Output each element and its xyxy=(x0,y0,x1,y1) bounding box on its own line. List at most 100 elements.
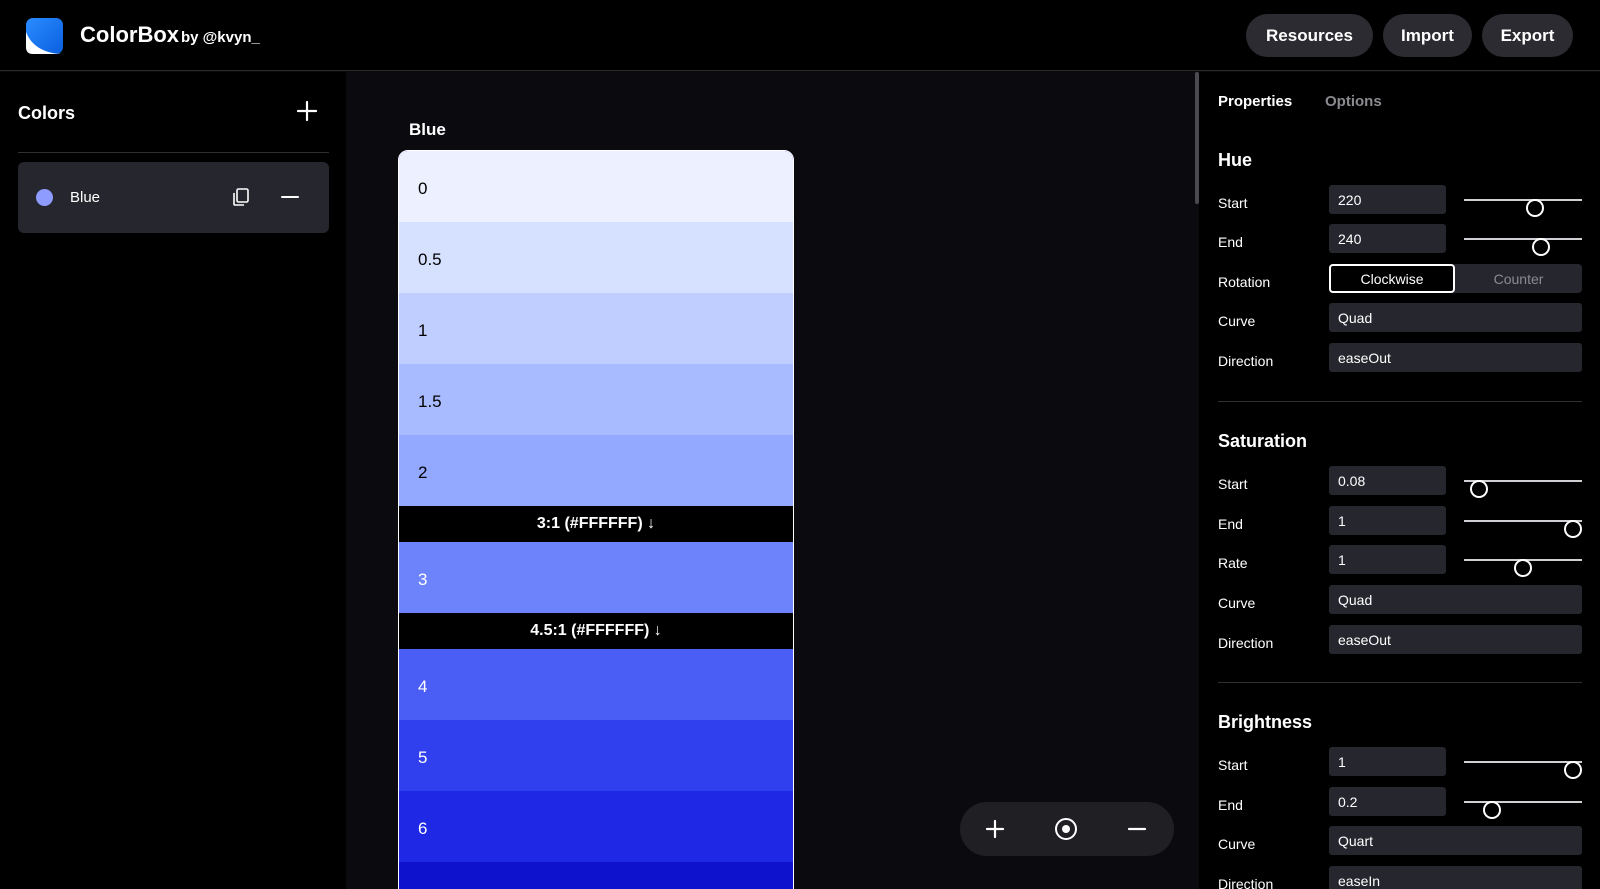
swatch[interactable]: 1.5 xyxy=(399,364,793,435)
slider-thumb[interactable] xyxy=(1525,199,1544,217)
palette-canvas[interactable]: Blue 0 0.5 1 1.5 2 3:1 (#FFFFFF) ↓ 3 4.5… xyxy=(346,72,1197,889)
hue-end-slider[interactable] xyxy=(1464,238,1582,260)
saturation-start-slider[interactable] xyxy=(1464,480,1582,502)
swatch-label: 0.5 xyxy=(418,250,442,269)
saturation-rate-label: Rate xyxy=(1218,555,1248,571)
export-button[interactable]: Export xyxy=(1482,14,1573,57)
slider-track xyxy=(1464,520,1582,522)
swatch[interactable]: 3 xyxy=(399,542,793,613)
swatch-label: 6 xyxy=(418,819,428,838)
saturation-curve-select[interactable] xyxy=(1329,585,1582,614)
properties-panel: Properties Options Hue Start End Rotatio… xyxy=(1199,72,1600,889)
sidebar-divider xyxy=(18,152,329,153)
swatch[interactable]: 1 xyxy=(399,293,793,364)
swatch[interactable]: 6 xyxy=(399,791,793,862)
saturation-start-label: Start xyxy=(1218,476,1248,492)
slider-track xyxy=(1464,238,1582,240)
brightness-start-label: Start xyxy=(1218,757,1248,773)
section-divider xyxy=(1218,682,1582,683)
colors-heading: Colors xyxy=(18,103,76,123)
slider-track xyxy=(1464,199,1582,201)
app-title: ColorBox xyxy=(80,22,179,47)
duplicate-icon[interactable] xyxy=(230,186,252,208)
saturation-end-input[interactable] xyxy=(1329,506,1446,535)
saturation-start-input[interactable] xyxy=(1329,466,1446,495)
saturation-end-label: End xyxy=(1218,516,1243,532)
saturation-heading: Saturation xyxy=(1218,431,1308,451)
swatch-label: 1 xyxy=(418,321,428,340)
tab-properties[interactable]: Properties xyxy=(1218,93,1292,110)
zoom-reset-icon[interactable] xyxy=(1053,816,1079,842)
saturation-rate-input[interactable] xyxy=(1329,545,1446,574)
brightness-direction-select[interactable] xyxy=(1329,866,1582,889)
brightness-curve-label: Curve xyxy=(1218,836,1256,852)
swatch-label: 3 xyxy=(418,570,428,589)
colorbox-logo-icon xyxy=(26,18,63,54)
brightness-direction-label: Direction xyxy=(1218,876,1274,889)
tab-options[interactable]: Options xyxy=(1325,93,1382,110)
palette-swatches: 0 0.5 1 1.5 2 3:1 (#FFFFFF) ↓ 3 4.5:1 (#… xyxy=(398,150,794,889)
hue-direction-select[interactable] xyxy=(1329,343,1582,372)
hue-end-input[interactable] xyxy=(1329,224,1446,253)
rotation-toggle: Clockwise Counter xyxy=(1329,264,1582,293)
hue-start-slider[interactable] xyxy=(1464,199,1582,221)
slider-track xyxy=(1464,801,1582,803)
saturation-rate-slider[interactable] xyxy=(1464,559,1582,581)
hue-start-label: Start xyxy=(1218,195,1248,211)
hue-heading: Hue xyxy=(1218,150,1253,170)
slider-thumb[interactable] xyxy=(1563,520,1582,538)
swatch-label: 2 xyxy=(418,463,428,482)
slider-track xyxy=(1464,761,1582,763)
color-item-label: Blue xyxy=(70,189,101,206)
rotation-clockwise-option[interactable]: Clockwise xyxy=(1329,264,1455,293)
contrast-marker-3: 3:1 (#FFFFFF) ↓ xyxy=(399,506,793,542)
brightness-end-input[interactable] xyxy=(1329,787,1446,816)
saturation-end-slider[interactable] xyxy=(1464,520,1582,542)
brightness-end-label: End xyxy=(1218,797,1243,813)
swatch[interactable]: 5 xyxy=(399,720,793,791)
author-byline[interactable]: by @kvyn_ xyxy=(181,29,260,46)
swatch-label: 4 xyxy=(418,677,428,696)
saturation-direction-select[interactable] xyxy=(1329,625,1582,654)
brightness-curve-select[interactable] xyxy=(1329,826,1582,855)
swatch[interactable]: 0.5 xyxy=(399,222,793,293)
brightness-start-slider[interactable] xyxy=(1464,761,1582,783)
zoom-in-icon[interactable] xyxy=(982,816,1008,842)
rotation-counter-option[interactable]: Counter xyxy=(1455,264,1582,293)
color-dot xyxy=(36,189,53,206)
swatch[interactable]: 4 xyxy=(399,649,793,720)
slider-thumb[interactable] xyxy=(1483,801,1502,819)
color-list-item-blue[interactable]: Blue xyxy=(18,162,329,233)
section-divider xyxy=(1218,401,1582,402)
app-header: ColorBox by @kvyn_ Resources Import Expo… xyxy=(0,0,1600,71)
resources-button[interactable]: Resources xyxy=(1246,14,1373,57)
swatch-label: 5 xyxy=(418,748,428,767)
brightness-heading: Brightness xyxy=(1218,712,1313,732)
saturation-curve-label: Curve xyxy=(1218,595,1256,611)
contrast-marker-4-5: 4.5:1 (#FFFFFF) ↓ xyxy=(399,613,793,649)
palette-title: Blue xyxy=(409,120,446,139)
brightness-start-input[interactable] xyxy=(1329,747,1446,776)
swatch-label: 0 xyxy=(418,179,428,198)
hue-curve-label: Curve xyxy=(1218,313,1256,329)
saturation-direction-label: Direction xyxy=(1218,635,1274,651)
swatch-label: 1.5 xyxy=(418,392,442,411)
slider-thumb[interactable] xyxy=(1514,559,1532,577)
hue-rotation-label: Rotation xyxy=(1218,274,1271,290)
zoom-out-icon[interactable] xyxy=(1124,816,1150,842)
hue-end-label: End xyxy=(1218,234,1243,250)
hue-direction-label: Direction xyxy=(1218,353,1274,369)
slider-thumb[interactable] xyxy=(1531,238,1550,256)
swatch[interactable]: 0 xyxy=(399,151,793,222)
add-color-icon[interactable] xyxy=(294,98,320,124)
slider-thumb[interactable] xyxy=(1470,480,1489,498)
swatch[interactable]: 2 xyxy=(399,435,793,506)
colors-sidebar: Colors Blue xyxy=(0,72,346,889)
remove-color-icon[interactable] xyxy=(279,186,301,208)
slider-thumb[interactable] xyxy=(1563,761,1582,779)
brightness-end-slider[interactable] xyxy=(1464,801,1582,823)
hue-start-input[interactable] xyxy=(1329,185,1446,214)
zoom-controls xyxy=(960,802,1174,856)
hue-curve-select[interactable] xyxy=(1329,303,1582,332)
import-button[interactable]: Import xyxy=(1383,14,1472,57)
